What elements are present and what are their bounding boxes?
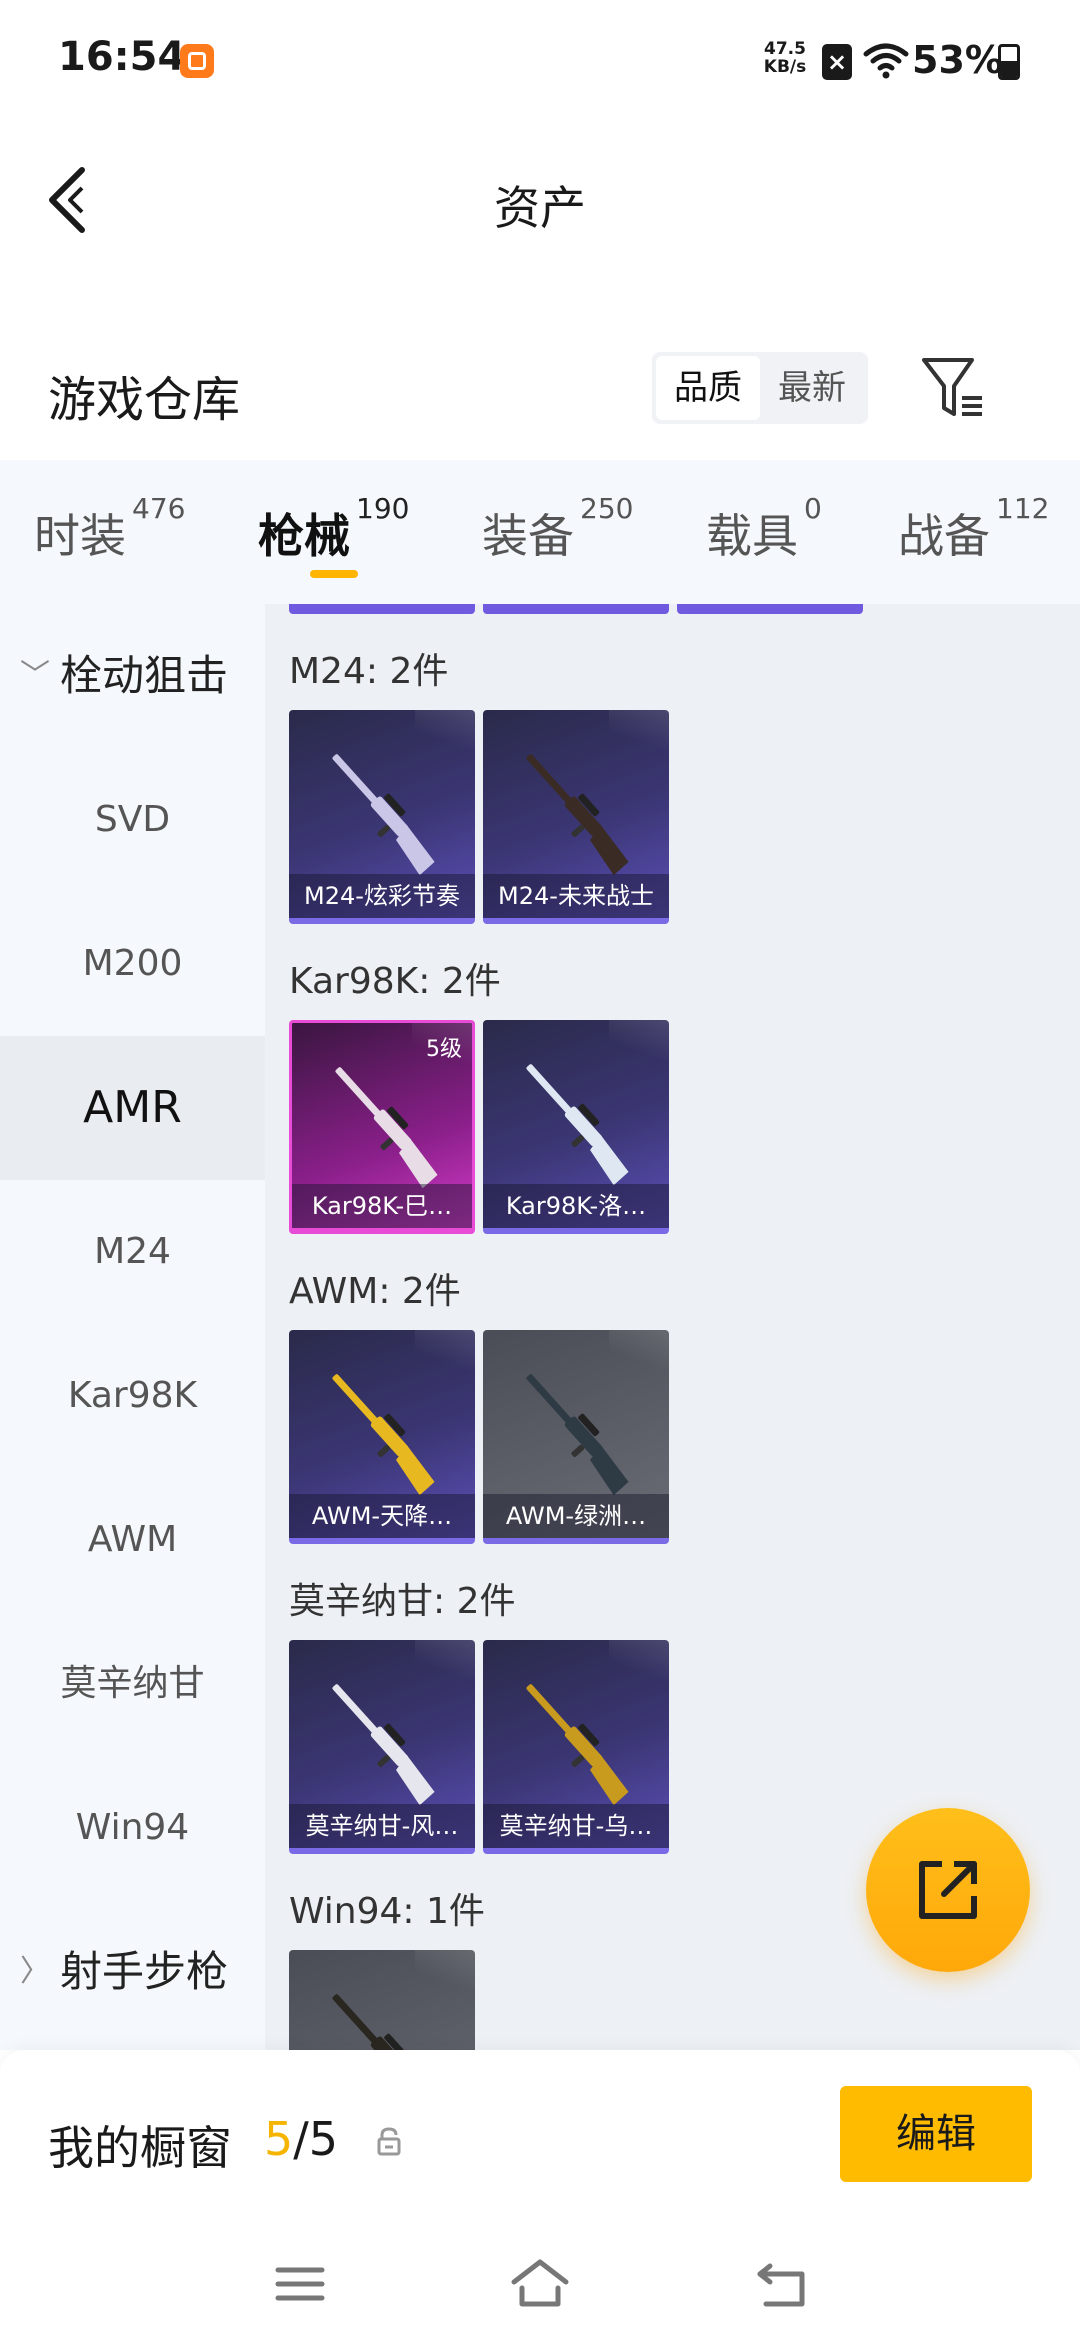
sidebar-group-label: 射手步枪 xyxy=(60,1947,229,1996)
rifle-icon xyxy=(335,1067,438,1189)
weapon-card[interactable]: M24-炫彩节奏 xyxy=(289,710,475,924)
rifle-icon xyxy=(332,1374,435,1496)
menu-icon[interactable] xyxy=(270,2254,330,2314)
showcase-count: 5/5 xyxy=(264,2112,338,2166)
group-title: Kar98K: 2件 xyxy=(289,961,501,1002)
tab-count: 476 xyxy=(132,492,186,525)
weapon-card[interactable]: Kar98K-洛… xyxy=(483,1020,669,1234)
weapon-card[interactable]: 莫辛纳甘-乌… xyxy=(483,1640,669,1854)
network-speed-unit: KB/s xyxy=(763,57,807,77)
showcase-current: 5 xyxy=(264,2112,294,2166)
weapon-card[interactable]: M24-未来战士 xyxy=(483,710,669,924)
sidebar-group-marksman[interactable]: 〉 射手步枪 xyxy=(0,1900,265,2044)
sidebar-item-m24[interactable]: M24 xyxy=(0,1180,265,1324)
chevron-down-icon: ﹀ xyxy=(20,658,50,693)
tab-equipment[interactable]: 装备250 xyxy=(482,492,633,580)
sidebar-item-awm[interactable]: AWM xyxy=(0,1468,265,1612)
battery-fill xyxy=(1001,61,1017,77)
share-fab[interactable] xyxy=(866,1808,1030,1972)
app-notification-icon xyxy=(180,44,214,78)
tab-count: 0 xyxy=(804,492,822,525)
warehouse-header: 游戏仓库 品质 最新 xyxy=(0,330,1080,450)
tab-count: 112 xyxy=(996,492,1050,525)
group-title: Win94: 1件 xyxy=(289,1891,485,1932)
card-label: M24-炫彩节奏 xyxy=(289,874,475,918)
tab-label: 装备 xyxy=(482,509,574,563)
tab-count: 190 xyxy=(356,492,410,525)
home-icon[interactable] xyxy=(510,2254,570,2314)
sidebar-item-m200[interactable]: M200 xyxy=(0,892,265,1036)
weapon-type-sidebar: ﹀ 栓动狙击 SVD M200 AMR M24 Kar98K AWM 莫辛纳甘 … xyxy=(0,604,265,2050)
card-label: 莫辛纳甘-风… xyxy=(289,1804,475,1848)
card-label: AWM-绿洲… xyxy=(483,1494,669,1538)
warehouse-title: 游戏仓库 xyxy=(48,372,241,428)
status-time: 16:54 xyxy=(58,34,186,80)
tab-combat-supplies[interactable]: 战备112 xyxy=(898,492,1049,580)
rifle-icon xyxy=(332,1684,435,1806)
weapon-card[interactable]: AWM-绿洲… xyxy=(483,1330,669,1544)
chevron-right-icon: 〉 xyxy=(20,1954,50,1989)
card-label: M24-未来战士 xyxy=(483,874,669,918)
filter-icon[interactable] xyxy=(918,352,988,424)
weapon-card[interactable] xyxy=(289,1950,475,2050)
previous-card-edge xyxy=(677,604,863,614)
back-gesture-icon[interactable] xyxy=(752,2254,812,2314)
card-label: 莫辛纳甘-乌… xyxy=(483,1804,669,1848)
sidebar-item-win94[interactable]: Win94 xyxy=(0,1756,265,1900)
sort-by-newest[interactable]: 最新 xyxy=(760,356,864,420)
lock-icon[interactable] xyxy=(374,2126,404,2156)
rifle-icon xyxy=(526,1684,629,1806)
sidebar-item-svd[interactable]: SVD xyxy=(0,748,265,892)
group-title: M24: 2件 xyxy=(289,651,449,692)
external-link-icon xyxy=(919,1861,977,1919)
sim-off-icon: × xyxy=(822,44,852,80)
edit-button[interactable]: 编辑 xyxy=(840,2086,1032,2182)
group-title: AWM: 2件 xyxy=(289,1271,461,1312)
card-label: AWM-天降… xyxy=(289,1494,475,1538)
showcase-total: /5 xyxy=(293,2112,339,2166)
weapon-card[interactable]: AWM-天降… xyxy=(289,1330,475,1544)
tab-count: 250 xyxy=(580,492,634,525)
sort-toggle: 品质 最新 xyxy=(652,352,868,424)
tab-fashion[interactable]: 时装476 xyxy=(34,492,185,580)
nav-bar: 资产 xyxy=(0,120,1080,280)
previous-card-edge xyxy=(289,604,475,614)
rifle-icon xyxy=(526,1064,629,1186)
tab-vehicles[interactable]: 载具0 xyxy=(706,492,822,580)
network-speed-value: 47.5 xyxy=(764,39,806,59)
tab-label: 时装 xyxy=(34,509,126,563)
battery-icon xyxy=(998,44,1020,80)
card-level: 5级 xyxy=(426,1037,462,1062)
card-label: Kar98K-巳… xyxy=(292,1184,472,1228)
sidebar-item-amr[interactable]: AMR xyxy=(0,1036,265,1180)
rifle-icon xyxy=(526,1374,629,1496)
weapon-card[interactable]: 莫辛纳甘-风… xyxy=(289,1640,475,1854)
wifi-icon xyxy=(863,43,909,79)
page-title: 资产 xyxy=(494,181,586,235)
previous-card-edge xyxy=(483,604,669,614)
sidebar-group-label: 栓动狙击 xyxy=(60,651,229,700)
rifle-icon xyxy=(332,1994,409,2050)
weapon-card[interactable]: 5级 Kar98K-巳… xyxy=(289,1020,475,1234)
group-title: 莫辛纳甘: 2件 xyxy=(289,1581,516,1622)
tab-active-indicator xyxy=(310,570,358,578)
sidebar-item-mosin[interactable]: 莫辛纳甘 xyxy=(0,1612,265,1756)
showcase-bar: 我的橱窗 5/5 编辑 xyxy=(0,2050,1080,2224)
showcase-label: 我的橱窗 xyxy=(48,2121,232,2175)
tab-label: 枪械 xyxy=(258,509,350,563)
category-tabs: 时装476 枪械190 装备250 载具0 战备112 xyxy=(0,460,1080,604)
sidebar-item-kar98k[interactable]: Kar98K xyxy=(0,1324,265,1468)
rifle-icon xyxy=(526,754,629,876)
card-label: Kar98K-洛… xyxy=(483,1184,669,1228)
rifle-icon xyxy=(332,754,435,876)
tab-weapons[interactable]: 枪械190 xyxy=(258,492,409,580)
battery-percent: 53% xyxy=(912,38,1003,82)
tab-label: 战备 xyxy=(898,509,990,563)
system-navigation-bar xyxy=(0,2224,1080,2344)
tab-label: 载具 xyxy=(706,509,798,563)
status-bar: 16:54 47.5 KB/s × 53% xyxy=(0,0,1080,120)
sidebar-group-bolt-action[interactable]: ﹀ 栓动狙击 xyxy=(0,604,265,748)
sort-by-quality[interactable]: 品质 xyxy=(656,356,760,420)
network-speed: 47.5 KB/s xyxy=(760,40,810,76)
